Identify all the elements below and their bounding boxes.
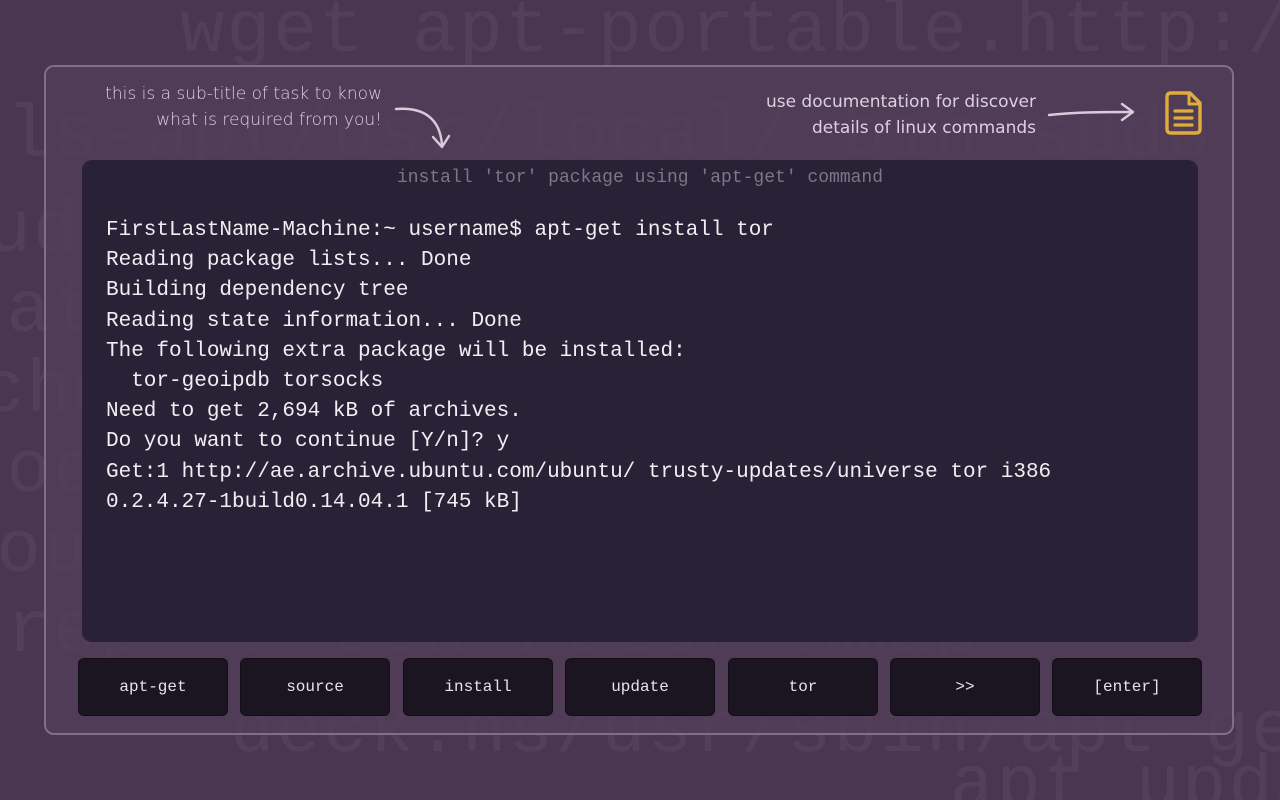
command-button-source[interactable]: source <box>240 658 390 716</box>
documentation-hint-line: use documentation for discover <box>765 92 1036 112</box>
command-button-apt-get[interactable]: apt-get <box>78 658 228 716</box>
documentation-button[interactable] <box>1162 89 1206 137</box>
terminal-window: install 'tor' package using 'apt-get' co… <box>82 160 1198 642</box>
background-word: apt update <box>950 745 1280 800</box>
command-button-tor[interactable]: tor <box>728 658 878 716</box>
documentation-hint-line: details of linux commands <box>812 118 1036 138</box>
terminal-line: Building dependency tree <box>106 279 409 303</box>
terminal-line: The following extra package will be inst… <box>106 339 686 363</box>
terminal-line: FirstLastName-Machine:~ username$ apt-ge… <box>106 219 774 242</box>
terminal-line: 0.2.4.27-1build0.14.04.1 [745 kB] <box>106 490 522 514</box>
arrow-right-icon <box>1047 102 1135 122</box>
documentation-hint: use documentation for discover details o… <box>666 89 1036 141</box>
terminal-output: FirstLastName-Machine:~ username$ apt-ge… <box>106 216 1176 518</box>
curved-arrow-icon <box>394 107 451 149</box>
document-icon <box>1165 91 1202 135</box>
task-description: install 'tor' package using 'apt-get' co… <box>396 168 884 188</box>
command-button-append[interactable]: >> <box>890 658 1040 716</box>
subtitle-hint-line: what is required from you! <box>156 110 382 130</box>
terminal-line: Reading state information... Done <box>106 309 522 333</box>
terminal-line: Need to get 2,694 kB of archives. <box>106 400 522 424</box>
command-button-bar: apt-get source install update tor >> [en… <box>78 658 1204 718</box>
terminal-line: tor-geoipdb torsocks <box>106 369 384 393</box>
terminal-line: Get:1 http://ae.archive.ubuntu.com/ubunt… <box>106 460 1052 484</box>
command-button-install[interactable]: install <box>403 658 553 716</box>
subtitle-hint-line: this is a sub-title of task to know <box>105 84 382 104</box>
subtitle-hint: this is a sub-title of task to know what… <box>66 81 382 133</box>
background-word: wget apt-portable.http:/ <box>180 0 1280 74</box>
task-panel: this is a sub-title of task to know what… <box>44 65 1234 735</box>
terminal-line: Do you want to continue [Y/n]? y <box>106 430 510 454</box>
terminal-line: Reading package lists... Done <box>106 249 472 273</box>
command-button-enter[interactable]: [enter] <box>1052 658 1202 716</box>
command-button-update[interactable]: update <box>565 658 715 716</box>
